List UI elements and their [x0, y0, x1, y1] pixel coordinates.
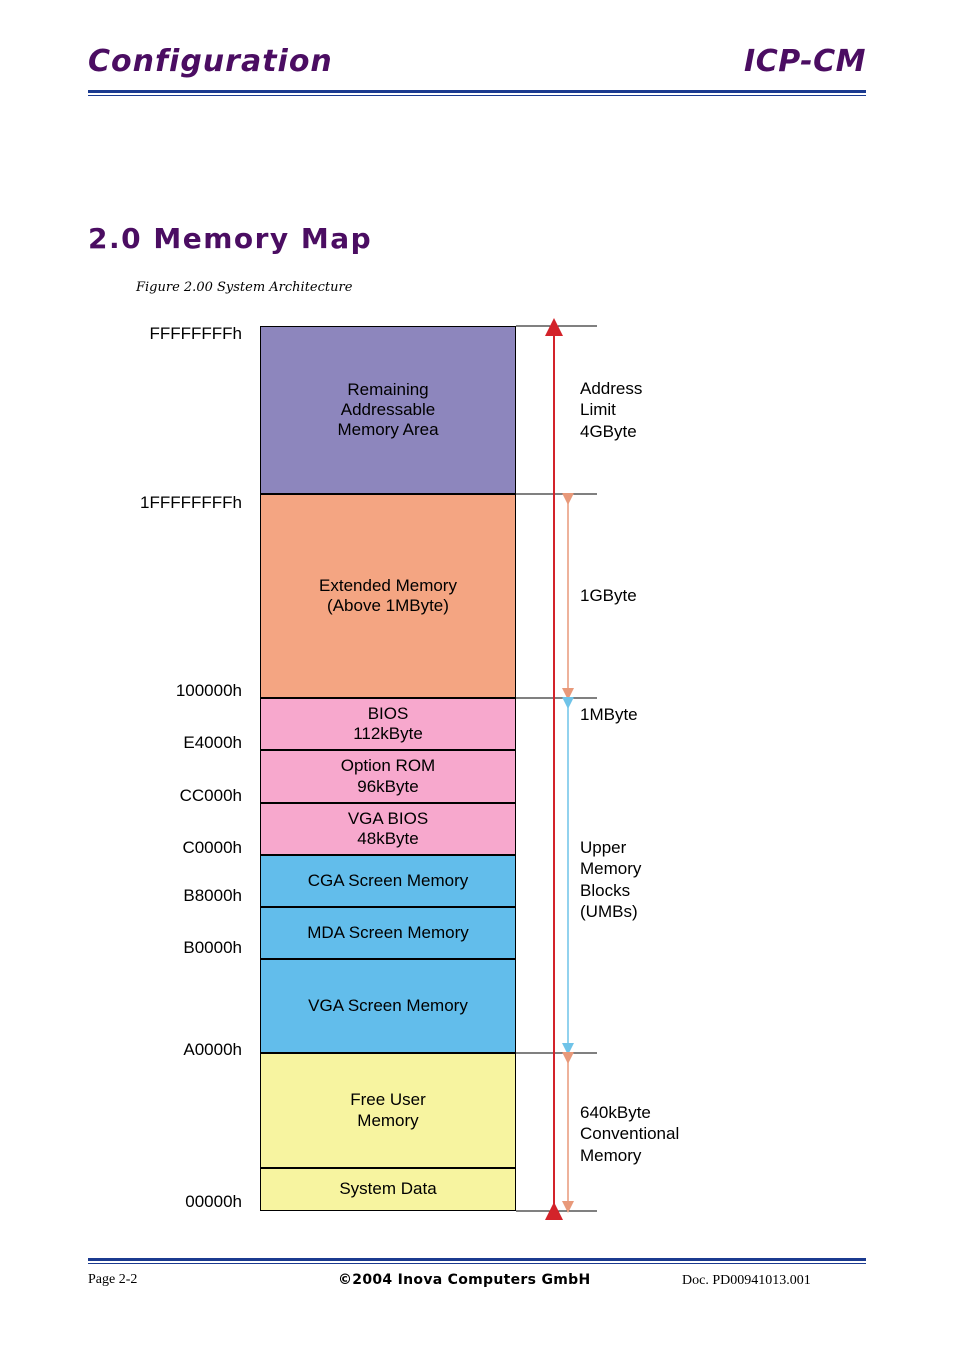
figure-caption: Figure 2.00 System Architecture	[136, 280, 353, 295]
address-label-1ffffffffh: 1FFFFFFFFh	[140, 493, 242, 512]
footer-rule-thin	[88, 1263, 866, 1264]
leader-lines	[516, 325, 597, 1212]
section-title: 2.0 Memory Map	[88, 222, 373, 255]
footer-rule-thick	[88, 1258, 866, 1261]
footer-copyright: ©2004 Inova Computers GmbH	[338, 1272, 591, 1288]
address-label-ffffffffh: FFFFFFFFh	[149, 324, 242, 343]
page-header: Configuration ICP-CM	[88, 44, 866, 100]
annotation-upper-memory-blocks: Upper Memory Blocks (UMBs)	[580, 838, 642, 921]
header-right-title: ICP-CM	[744, 44, 866, 79]
memory-block-remaining-addressable: Remaining Addressable Memory Area	[260, 326, 516, 494]
header-left-title: Configuration	[88, 44, 333, 79]
annotation-address-limit: Address Limit 4GByte	[580, 379, 643, 441]
address-label-00000h: 00000h	[185, 1192, 242, 1211]
address-label-b0000h: B0000h	[183, 938, 242, 957]
footer-page-number: Page 2-2	[88, 1272, 138, 1287]
memory-block-vga-bios: VGA BIOS 48kByte	[260, 803, 516, 855]
annotation-conventional-memory: 640kByte Conventional Memory	[580, 1103, 680, 1165]
memory-block-vga-screen-memory: VGA Screen Memory	[260, 959, 516, 1053]
address-label-e4000h: E4000h	[183, 733, 242, 752]
memory-block-option-rom: Option ROM 96kByte	[260, 750, 516, 803]
address-label-b8000h: B8000h	[183, 886, 242, 905]
header-rule-thick	[88, 90, 866, 93]
memory-block-bios: BIOS 112kByte	[260, 698, 516, 750]
memory-block-system-data: System Data	[260, 1168, 516, 1211]
address-label-c0000h: C0000h	[182, 838, 242, 857]
page-footer: Page 2-2 ©2004 Inova Computers GmbH Doc.…	[88, 1272, 866, 1294]
memory-block-extended-memory: Extended Memory (Above 1MByte)	[260, 494, 516, 698]
annotation-1mbyte: 1MByte	[580, 705, 638, 724]
memory-block-free-user-memory: Free User Memory	[260, 1053, 516, 1168]
footer-doc-number: Doc. PD00941013.001	[682, 1273, 811, 1288]
memory-block-cga-screen-memory: CGA Screen Memory	[260, 855, 516, 907]
memory-block-mda-screen-memory: MDA Screen Memory	[260, 907, 516, 959]
address-label-cc000h: CC000h	[179, 786, 242, 805]
annotation-1gbyte: 1GByte	[580, 586, 637, 605]
header-rule-thin	[88, 95, 866, 96]
address-label-a0000h: A0000h	[183, 1040, 242, 1059]
address-label-100000h: 100000h	[175, 681, 242, 700]
